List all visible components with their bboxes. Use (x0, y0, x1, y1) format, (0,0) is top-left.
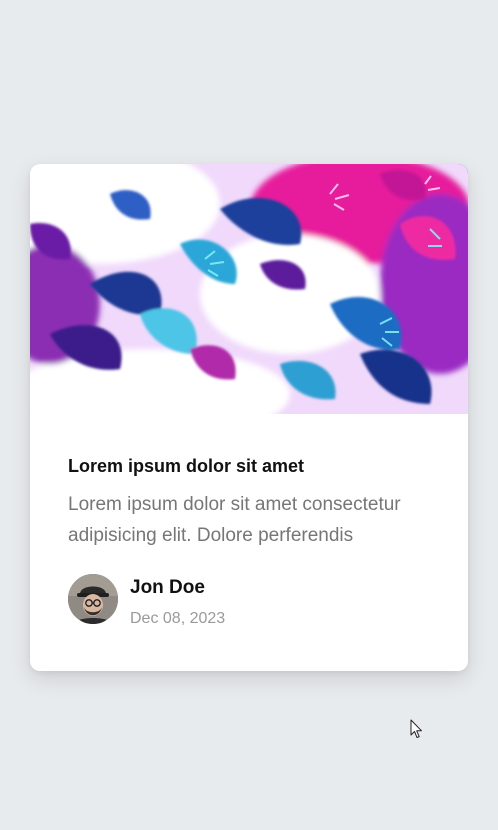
mouse-pointer-icon (410, 719, 424, 739)
card-cover-image (30, 164, 468, 414)
author-name[interactable]: Jon Doe (130, 576, 205, 600)
card-title[interactable]: Lorem ipsum dolor sit amet (68, 454, 304, 478)
post-date: Dec 08, 2023 (130, 610, 226, 627)
author-info: Jon Doe Dec 08, 2023 (68, 572, 368, 627)
avatar[interactable] (68, 574, 118, 624)
blog-card[interactable]: Lorem ipsum dolor sit amet Lorem ipsum d… (30, 164, 468, 671)
avatar-photo-icon (68, 574, 118, 624)
floral-artwork-icon (30, 164, 468, 414)
card-description: Lorem ipsum dolor sit amet consectetur a… (68, 494, 401, 546)
card-body: Lorem ipsum dolor sit amet Lorem ipsum d… (30, 414, 468, 671)
